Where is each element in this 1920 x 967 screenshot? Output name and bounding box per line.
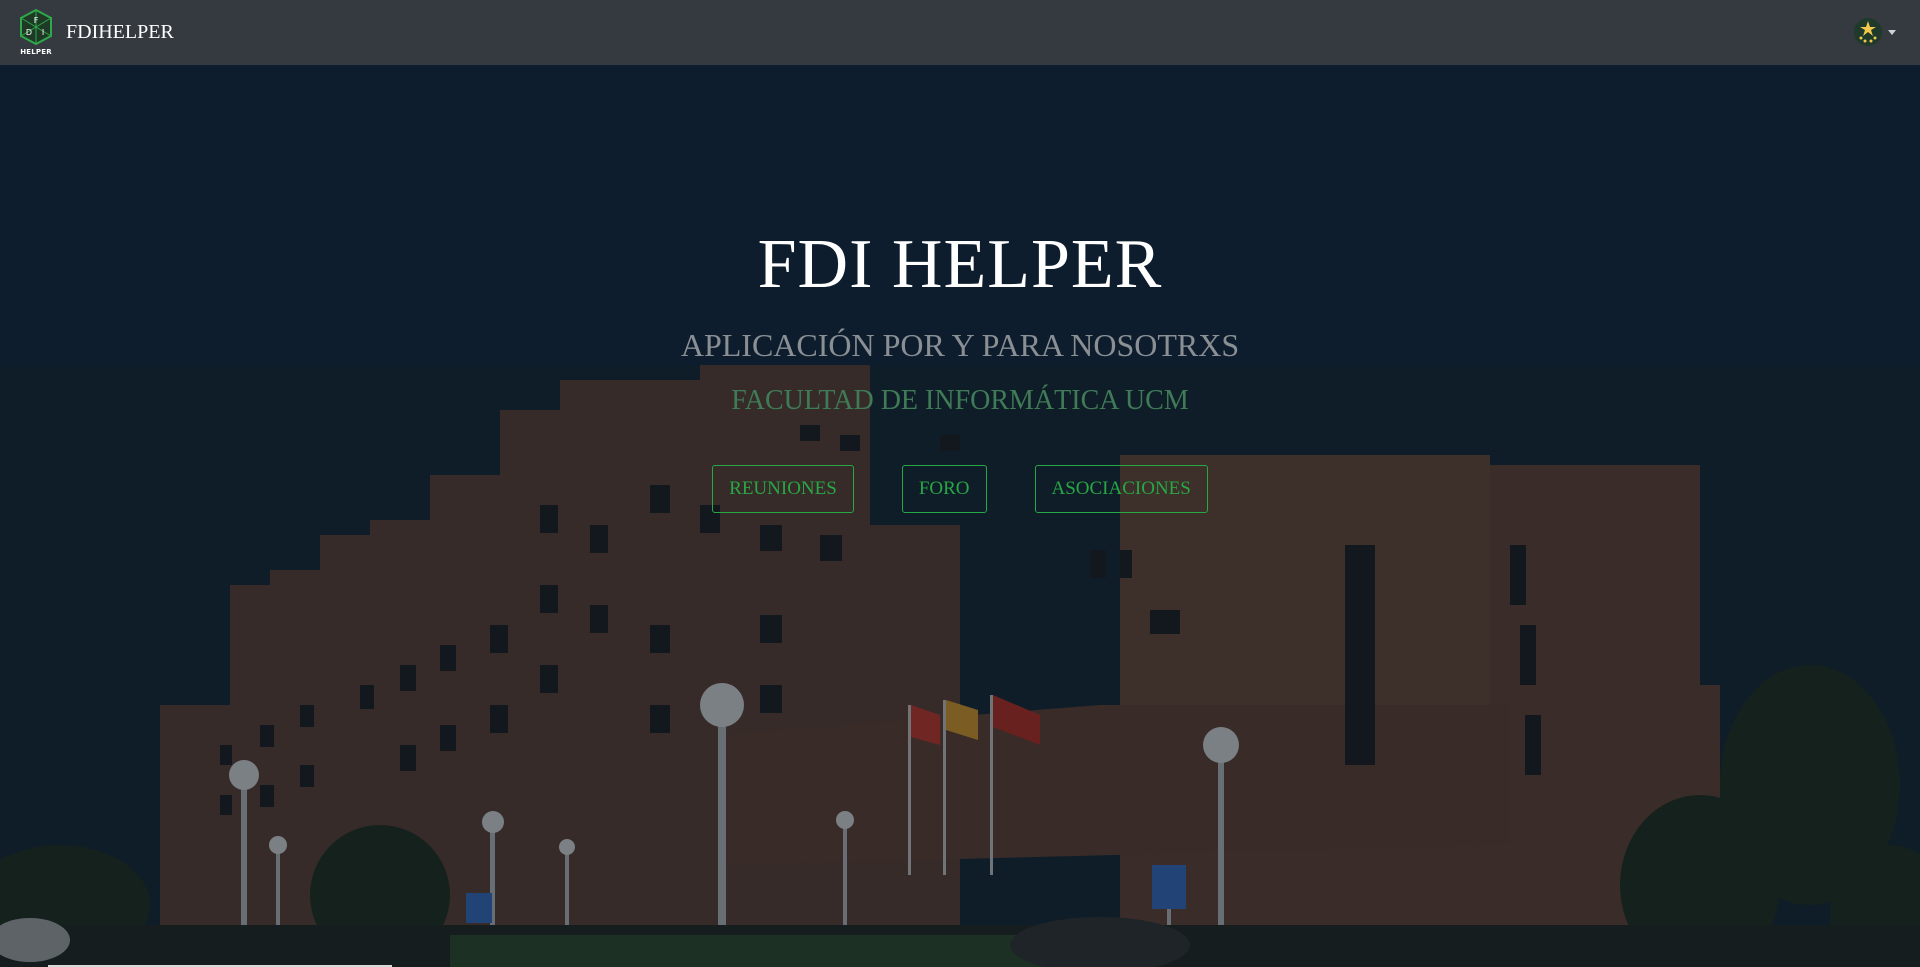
hero-dark-overlay: [0, 65, 1920, 967]
logo-letter-f: F: [34, 16, 39, 25]
hero-subtitle: APLICACIÓN POR Y PARA NOSOTRXS: [680, 327, 1240, 363]
hero-title: FDI HELPER: [757, 226, 1163, 303]
hero-section: FDI HELPER APLICACIÓN POR Y PARA NOSOTRX…: [0, 65, 1920, 967]
logo-caption: HELPER: [20, 47, 52, 56]
foro-button[interactable]: FORO: [901, 465, 987, 513]
reuniones-button[interactable]: REUNIONES: [712, 465, 854, 513]
user-menu-toggle[interactable]: [1854, 18, 1896, 46]
chevron-down-icon: [1888, 29, 1896, 35]
hero-button-group: REUNIONES FORO ASOCIACIONES: [0, 465, 1920, 513]
fdi-helper-logo: F D I HELPER: [18, 8, 54, 58]
logo-letter-i: I: [42, 28, 44, 37]
user-avatar-icon: [1854, 18, 1882, 46]
hero-faculty-name: FACULTAD DE INFORMÁTICA UCM: [731, 385, 1189, 416]
asociaciones-button[interactable]: ASOCIACIONES: [1034, 465, 1208, 513]
top-navbar: F D I HELPER FDIHELPER: [0, 0, 1920, 65]
logo-letter-d: D: [26, 28, 32, 37]
brand-text: FDIHELPER: [66, 21, 174, 43]
logo-cube-icon: F D I: [20, 8, 52, 45]
brand-link[interactable]: F D I HELPER FDIHELPER: [18, 8, 174, 58]
